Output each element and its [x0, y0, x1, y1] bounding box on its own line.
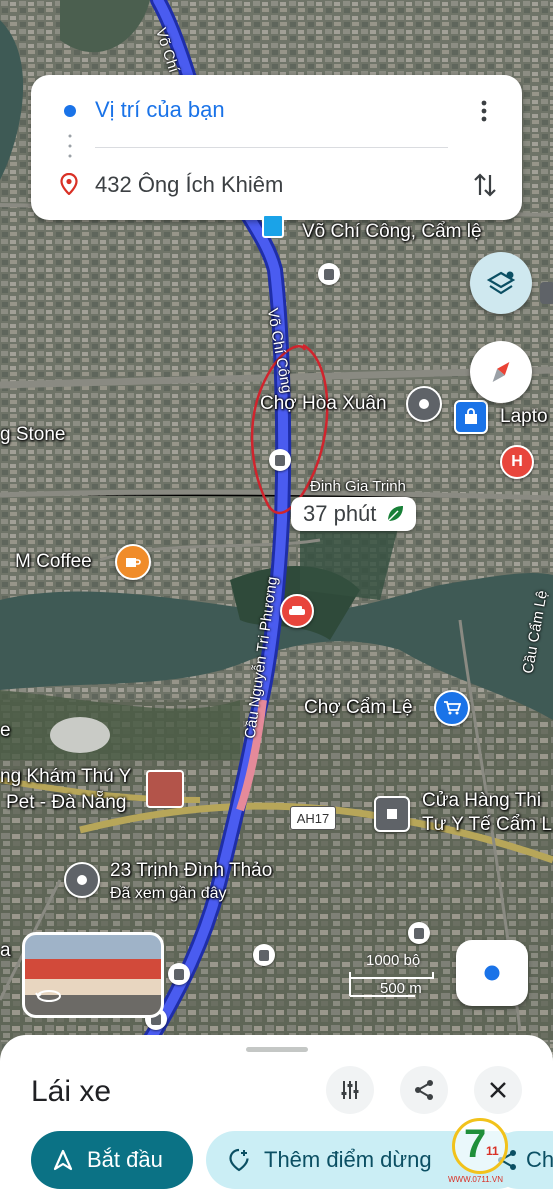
- watermark-url: WWW.0711.VN: [448, 1175, 503, 1184]
- destination-pin-icon: [60, 173, 78, 195]
- hospital-marker[interactable]: H: [500, 445, 534, 479]
- place-label-cua-hang-2: Tư Y Tế Cẩm L: [422, 814, 552, 835]
- swap-route-button[interactable]: [469, 169, 501, 201]
- history-pin-icon: [77, 875, 87, 885]
- map-edge-icon: [540, 282, 553, 304]
- store-icon: [387, 809, 397, 819]
- eco-leaf-icon: [387, 506, 404, 522]
- hospital-icon: H: [511, 453, 523, 470]
- bus-stop-icon[interactable]: [318, 263, 340, 285]
- origin-field[interactable]: Vị trí của bạn: [95, 97, 225, 123]
- car-icon: [289, 606, 305, 615]
- tune-icon: [341, 1081, 359, 1099]
- share-button[interactable]: [400, 1066, 448, 1114]
- share-icon: [415, 1080, 433, 1100]
- layers-icon: [486, 271, 516, 295]
- navigation-marker-icon: [262, 214, 284, 238]
- place-label-pet-da-nang: Pet - Đà Nẵng: [6, 792, 127, 813]
- add-stop-label: Thêm điểm dừng: [264, 1147, 432, 1172]
- pet-clinic-thumbnail[interactable]: [146, 770, 184, 808]
- travel-mode-title: Lái xe: [31, 1075, 112, 1108]
- eta-label: 37 phút: [303, 501, 377, 526]
- more-options-button[interactable]: [472, 93, 496, 129]
- more-vert-icon: [481, 100, 487, 122]
- bus-stop-icon[interactable]: [253, 944, 275, 966]
- cafe-marker-m-coffee[interactable]: [115, 544, 151, 580]
- car-repair-marker[interactable]: [280, 594, 314, 628]
- bus-stop-icon[interactable]: [408, 922, 430, 944]
- eta-callout[interactable]: 37 phút: [291, 497, 417, 531]
- place-label-m-coffee: M Coffee: [15, 551, 92, 572]
- route-card: Vị trí của bạn 432 Ông Ích Khiêm: [31, 75, 522, 220]
- place-label-laptop: Lapto: [500, 406, 548, 427]
- shop-marker-laptop[interactable]: [454, 400, 488, 434]
- road-label-dinh-gia-trinh: Đinh Gia Trinh: [310, 478, 406, 495]
- drag-handle[interactable]: [246, 1047, 308, 1052]
- navigation-arrow-icon: [53, 1149, 73, 1171]
- start-label: Bắt đầu: [87, 1147, 163, 1172]
- watermark-number: 7: [464, 1122, 487, 1166]
- street-view-rotate-icon: [35, 990, 61, 1002]
- close-icon: [490, 1082, 506, 1098]
- card-divider: [95, 147, 448, 148]
- destination-field[interactable]: 432 Ông Ích Khiêm: [95, 172, 283, 198]
- scale-bar: [349, 972, 434, 997]
- watermark-sub: 11: [486, 1144, 499, 1158]
- bus-stop-icon[interactable]: [168, 963, 190, 985]
- place-label-cho-hoa-xuan: Chợ Hòa Xuân: [260, 393, 387, 414]
- close-button[interactable]: [474, 1066, 522, 1114]
- add-location-icon: [229, 1148, 249, 1172]
- route-options-button[interactable]: [326, 1066, 374, 1114]
- shopping-bag-icon: [465, 408, 477, 424]
- layers-button[interactable]: [470, 252, 532, 314]
- compass-button[interactable]: [470, 341, 532, 403]
- coffee-cup-icon: [126, 558, 141, 567]
- street-view-thumbnail[interactable]: [22, 932, 164, 1018]
- place-label-left-e: e: [0, 720, 11, 741]
- shop-marker-cho-cam-le[interactable]: [434, 690, 470, 726]
- place-label-da-xem: Đã xem gần đây: [110, 885, 227, 902]
- shopping-cart-icon: [444, 701, 461, 715]
- place-marker-cua-hang[interactable]: [374, 796, 410, 832]
- compass-icon: [492, 362, 510, 382]
- place-label-left-a: a: [0, 940, 11, 961]
- place-label-cua-hang-1: Cửa Hàng Thi: [422, 790, 542, 811]
- place-label-kham-thu-y: ng Khám Thú Y: [0, 766, 132, 787]
- route-connector-dots-icon: [68, 134, 72, 158]
- my-location-icon: [481, 962, 503, 984]
- place-marker-trinh-dinh-thao[interactable]: [64, 862, 100, 898]
- watermark-logo: 7 11 WWW.0711.VN: [448, 1118, 508, 1188]
- place-label-trinh-dinh-thao: 23 Trịnh Đình Thảo: [110, 860, 273, 881]
- bus-stop-icon[interactable]: [269, 449, 291, 471]
- my-location-button[interactable]: [456, 940, 528, 1006]
- place-pin-icon: [419, 399, 429, 409]
- start-navigation-button[interactable]: Bắt đầu: [31, 1131, 193, 1189]
- place-marker-cho-hoa-xuan[interactable]: [406, 386, 442, 422]
- highway-shield-label: AH17: [296, 810, 330, 826]
- highway-shield-ah17: AH17: [290, 806, 336, 830]
- share-route-label: Ch: [526, 1147, 553, 1172]
- place-label-g-stone: g Stone: [0, 424, 66, 445]
- origin-dot-icon: [64, 105, 76, 117]
- swap-vert-icon: [474, 173, 496, 197]
- place-label-vo-chi-cong-cam-le: Võ Chí Công, Cẩm lệ: [302, 221, 482, 242]
- place-label-cho-cam-le: Chợ Cẩm Lệ: [304, 697, 413, 718]
